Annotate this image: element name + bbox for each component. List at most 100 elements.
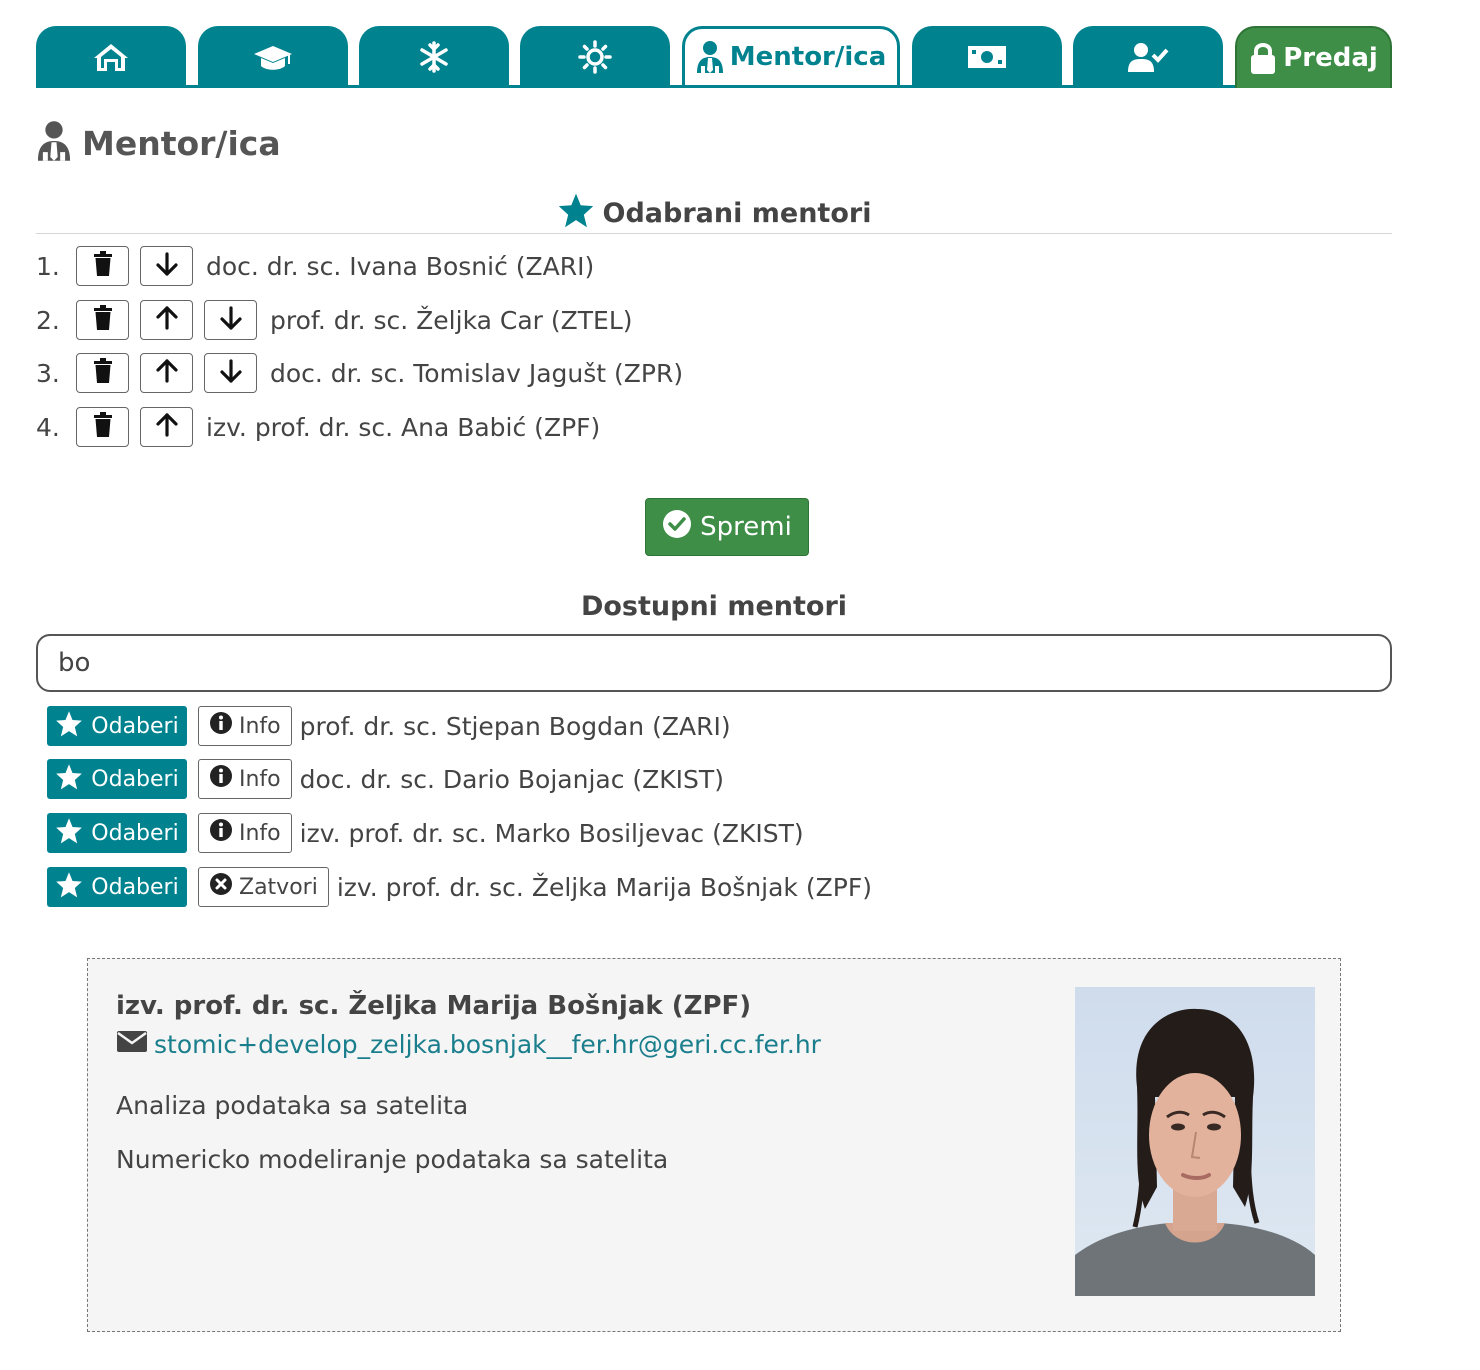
move-down-button[interactable] xyxy=(204,300,257,340)
select-mentor-label: Odaberi xyxy=(91,766,179,792)
arrow-down-icon xyxy=(218,305,244,335)
arrow-up-icon xyxy=(154,358,180,388)
trash-icon xyxy=(93,251,113,281)
tab-payment[interactable] xyxy=(912,26,1062,88)
move-up-button[interactable] xyxy=(140,300,193,340)
page-title: Mentor/ica xyxy=(36,120,281,166)
select-mentor-label: Odaberi xyxy=(91,874,179,900)
remove-mentor-button[interactable] xyxy=(76,353,129,393)
tab-home[interactable] xyxy=(36,26,186,88)
arrow-up-icon xyxy=(154,412,180,442)
main-tab-bar: Mentor/ica Predaj xyxy=(36,26,1392,88)
trash-icon xyxy=(93,412,113,442)
info-button[interactable]: Info xyxy=(198,706,292,746)
star-icon xyxy=(55,763,91,796)
info-circle-icon xyxy=(209,711,239,741)
available-mentor-row: Odaberi Info doc. dr. sc. Dario Bojanjac… xyxy=(47,758,724,800)
mentor-user-tie-icon xyxy=(696,40,724,74)
arrow-down-icon xyxy=(218,358,244,388)
select-mentor-label: Odaberi xyxy=(91,820,179,846)
trash-icon xyxy=(93,358,113,388)
move-up-button[interactable] xyxy=(140,353,193,393)
select-mentor-button[interactable]: Odaberi xyxy=(47,759,187,799)
tab-winter[interactable] xyxy=(359,26,509,88)
remove-mentor-button[interactable] xyxy=(76,407,129,447)
graduation-cap-icon xyxy=(252,43,294,71)
mentor-name: izv. prof. dr. sc. Željka Marija Bošnjak… xyxy=(336,872,872,902)
snowflake-icon xyxy=(417,40,451,74)
remove-mentor-button[interactable] xyxy=(76,300,129,340)
info-button-label: Info xyxy=(239,766,281,792)
selected-mentors-title: Odabrani mentori xyxy=(602,197,872,229)
available-mentor-row: Odaberi Info izv. prof. dr. sc. Marko Bo… xyxy=(47,812,804,854)
save-button[interactable]: Spremi xyxy=(645,498,809,556)
rank-number: 1. xyxy=(36,251,60,281)
rank-number: 4. xyxy=(36,412,60,442)
available-mentor-row: Odaberi Info prof. dr. sc. Stjepan Bogda… xyxy=(47,705,731,747)
rank-number: 3. xyxy=(36,358,60,388)
info-button-label: Info xyxy=(239,820,281,846)
envelope-icon xyxy=(116,1029,148,1059)
tab-mentor[interactable]: Mentor/ica xyxy=(682,26,900,85)
mentor-detail-card: izv. prof. dr. sc. Željka Marija Bošnjak… xyxy=(87,958,1341,1332)
tab-summer[interactable] xyxy=(520,26,670,88)
info-circle-icon xyxy=(209,764,239,794)
selected-mentor-row: 2. prof. dr. sc. Željka Car (ZTEL) xyxy=(36,299,633,341)
info-button[interactable]: Info xyxy=(198,759,292,799)
sun-icon xyxy=(578,40,612,74)
divider xyxy=(36,233,1392,234)
mentor-name: izv. prof. dr. sc. Marko Bosiljevac (ZKI… xyxy=(299,818,804,848)
mentor-name: doc. dr. sc. Dario Bojanjac (ZKIST) xyxy=(299,764,724,794)
star-icon xyxy=(557,192,595,235)
research-topic: Numericko modeliranje podataka sa sateli… xyxy=(116,1145,669,1174)
tab-study[interactable] xyxy=(198,26,348,88)
mentor-email: stomic+develop_zeljka.bosnjak__fer.hr@ge… xyxy=(116,1029,821,1059)
mentor-email-link[interactable]: stomic+develop_zeljka.bosnjak__fer.hr@ge… xyxy=(154,1030,821,1059)
move-down-button[interactable] xyxy=(204,353,257,393)
select-mentor-button[interactable]: Odaberi xyxy=(47,813,187,853)
mentor-detail-name: izv. prof. dr. sc. Željka Marija Bošnjak… xyxy=(116,991,752,1021)
mentor-photo xyxy=(1075,987,1315,1296)
lock-icon xyxy=(1249,41,1277,75)
close-circle-icon xyxy=(209,872,239,902)
tab-submit[interactable]: Predaj xyxy=(1235,26,1392,88)
tab-confirmation[interactable] xyxy=(1073,26,1223,88)
page-title-text: Mentor/ica xyxy=(82,123,281,163)
tab-submit-label: Predaj xyxy=(1283,43,1378,73)
remove-mentor-button[interactable] xyxy=(76,246,129,286)
star-icon xyxy=(55,817,91,850)
check-circle-icon xyxy=(662,509,700,546)
available-mentors-heading: Dostupni mentori xyxy=(36,586,1392,626)
trash-icon xyxy=(93,305,113,335)
home-icon xyxy=(92,41,130,73)
close-info-button[interactable]: Zatvori xyxy=(198,867,329,907)
star-icon xyxy=(55,710,91,743)
info-button-label: Info xyxy=(239,713,281,739)
mentor-name: doc. dr. sc. Ivana Bosnić (ZARI) xyxy=(206,251,595,281)
tab-mentor-label: Mentor/ica xyxy=(729,42,887,72)
user-check-icon xyxy=(1127,41,1169,73)
mentor-user-tie-icon xyxy=(36,120,72,166)
mentor-name: prof. dr. sc. Stjepan Bogdan (ZARI) xyxy=(299,711,731,741)
selected-mentor-row: 1. doc. dr. sc. Ivana Bosnić (ZARI) xyxy=(36,245,594,287)
info-circle-icon xyxy=(209,818,239,848)
money-bill-icon xyxy=(966,43,1008,71)
available-mentor-row: Odaberi Zatvori izv. prof. dr. sc. Željk… xyxy=(47,866,872,908)
select-mentor-button[interactable]: Odaberi xyxy=(47,867,187,907)
mentor-search-input[interactable] xyxy=(36,634,1392,692)
move-down-button[interactable] xyxy=(140,246,193,286)
rank-number: 2. xyxy=(36,305,60,335)
move-up-button[interactable] xyxy=(140,407,193,447)
star-icon xyxy=(55,871,91,904)
mentor-name: izv. prof. dr. sc. Ana Babić (ZPF) xyxy=(206,412,601,442)
selected-mentor-row: 3. doc. dr. sc. Tomislav Jagušt (ZPR) xyxy=(36,352,683,394)
arrow-up-icon xyxy=(154,305,180,335)
mentor-name: doc. dr. sc. Tomislav Jagušt (ZPR) xyxy=(270,358,684,388)
save-button-label: Spremi xyxy=(700,512,792,542)
selected-mentors-heading: Odabrani mentori xyxy=(36,192,1392,234)
research-topic: Analiza podataka sa satelita xyxy=(116,1091,469,1120)
info-button[interactable]: Info xyxy=(198,813,292,853)
select-mentor-label: Odaberi xyxy=(91,713,179,739)
close-button-label: Zatvori xyxy=(239,874,318,900)
select-mentor-button[interactable]: Odaberi xyxy=(47,706,187,746)
